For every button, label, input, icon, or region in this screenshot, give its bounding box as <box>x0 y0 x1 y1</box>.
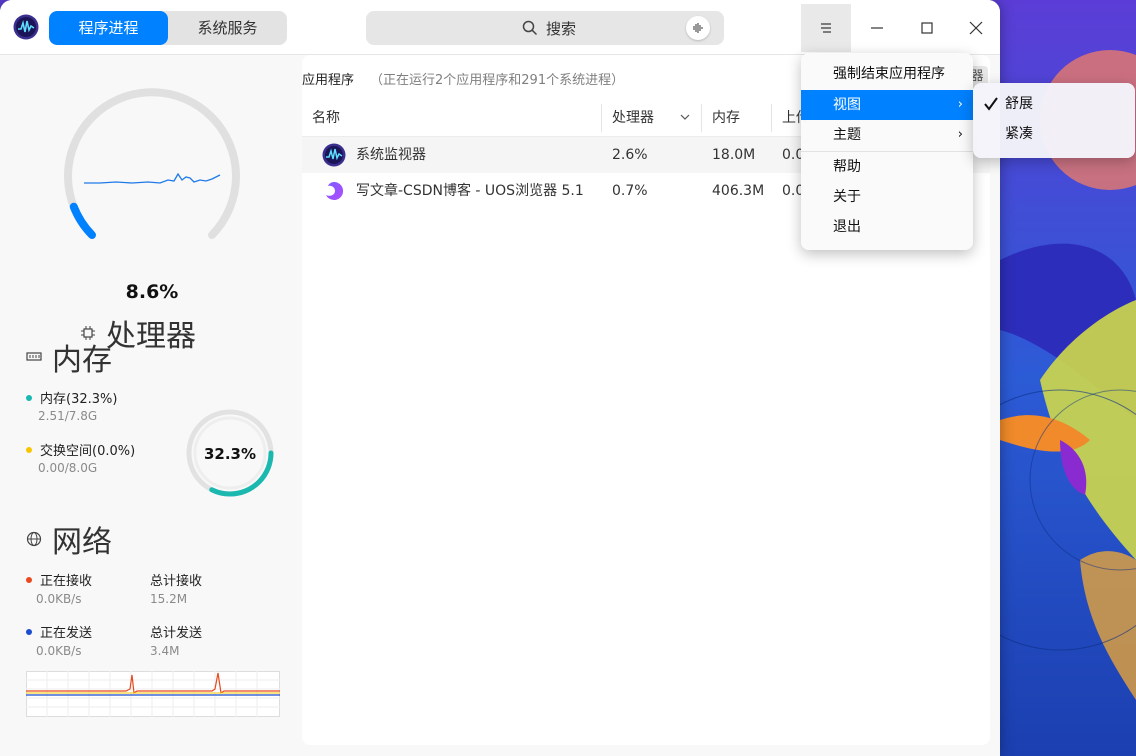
network-title: 网络 <box>26 517 112 561</box>
main-menu: 强制结束应用程序 视图 › 主题 › 帮助 关于 退出 <box>801 53 973 250</box>
tab-services[interactable]: 系统服务 <box>168 11 287 45</box>
voice-input-button[interactable] <box>686 16 710 40</box>
memory-usage-value: 32.3% <box>203 445 257 463</box>
column-memory[interactable]: 内存 <box>712 100 740 136</box>
minimize-button[interactable] <box>852 4 902 52</box>
receiving-label-text: 正在接收 <box>40 574 93 589</box>
main-menu-button[interactable] <box>801 4 851 52</box>
process-cpu: 2.6% <box>612 147 648 163</box>
cpu-gauge <box>64 88 240 239</box>
swap-legend-dot <box>26 446 32 453</box>
menu-item-theme[interactable]: 主题 › <box>801 120 973 150</box>
voice-wave-icon <box>693 23 703 33</box>
view-submenu: 舒展 紧凑 <box>973 83 1135 158</box>
receive-legend-dot <box>26 576 32 583</box>
process-name: 写文章-CSDN博客 - UOS浏览器 5.1 <box>356 183 584 199</box>
column-divider[interactable] <box>701 104 702 132</box>
column-cpu[interactable]: 处理器 <box>612 100 654 136</box>
column-name[interactable]: 名称 <box>312 100 340 136</box>
view-switcher: 程序进程 系统服务 <box>49 11 287 45</box>
memory-module-icon <box>26 352 42 361</box>
ram-legend-dot <box>26 394 32 401</box>
menu-item-about[interactable]: 关于 <box>801 182 973 212</box>
menu-item-quit[interactable]: 退出 <box>801 212 973 242</box>
panel-header: 应用程序 （正在运行2个应用程序和291个系统进程） <box>302 68 624 88</box>
submenu-item-compact[interactable]: 紧凑 <box>973 119 1135 149</box>
close-button[interactable] <box>951 4 1000 52</box>
swap-value: 0.00/8.0G <box>38 461 98 475</box>
ram-value: 2.51/7.8G <box>38 409 98 423</box>
cpu-usage-value: 8.6% <box>125 281 179 303</box>
chevron-right-icon: › <box>957 97 963 112</box>
sort-chevron-down-icon[interactable] <box>680 113 690 121</box>
system-monitor-icon <box>322 143 346 167</box>
panel-title: 应用程序 <box>302 72 355 88</box>
column-divider[interactable] <box>601 104 602 132</box>
maximize-button[interactable] <box>902 4 952 52</box>
tab-processes[interactable]: 程序进程 <box>49 11 168 45</box>
search-icon <box>522 20 538 36</box>
panel-subtitle: （正在运行2个应用程序和291个系统进程） <box>370 72 625 88</box>
process-cpu: 0.7% <box>612 183 648 199</box>
network-history-chart <box>26 671 280 717</box>
cpu-title-label: 处理器 <box>106 319 196 354</box>
search-placeholder: 搜索 <box>546 19 577 38</box>
swap-label: 交换空间(0.0%) <box>26 440 135 459</box>
process-memory: 406.3M <box>712 183 765 199</box>
menu-item-help[interactable]: 帮助 <box>801 152 973 182</box>
submenu-item-expand[interactable]: 舒展 <box>973 89 1135 119</box>
ram-label-text: 内存(32.3%) <box>40 392 118 407</box>
menu-icon <box>821 23 831 33</box>
sending-label: 正在发送 <box>26 622 92 641</box>
chevron-right-icon: › <box>957 127 963 142</box>
process-memory: 18.0M <box>712 147 756 163</box>
title-bar: 程序进程 系统服务 搜索 <box>0 0 1000 55</box>
menu-item-view[interactable]: 视图 › <box>801 90 973 120</box>
swap-label-text: 交换空间(0.0%) <box>40 444 136 459</box>
process-name: 系统监视器 <box>356 147 426 163</box>
check-icon <box>984 97 998 111</box>
send-legend-dot <box>26 628 32 635</box>
sending-label-text: 正在发送 <box>40 626 93 641</box>
memory-title-label: 内存 <box>52 343 112 378</box>
total-received-value: 15.2M <box>150 592 188 606</box>
menu-item-force-quit[interactable]: 强制结束应用程序 <box>801 59 973 89</box>
globe-icon <box>26 531 42 547</box>
system-monitor-logo-icon <box>13 14 39 40</box>
cpu-history-line <box>84 172 221 184</box>
column-divider[interactable] <box>771 104 772 132</box>
sending-value: 0.0KB/s <box>36 644 82 658</box>
total-sent-value: 3.4M <box>150 644 180 658</box>
browser-icon <box>326 181 344 200</box>
receiving-label: 正在接收 <box>26 570 92 589</box>
total-sent-label: 总计发送 <box>150 626 203 641</box>
total-received-label: 总计接收 <box>150 574 203 589</box>
memory-title: 内存 <box>26 335 112 379</box>
receiving-value: 0.0KB/s <box>36 592 82 606</box>
maximize-icon <box>921 22 933 34</box>
network-title-label: 网络 <box>52 525 112 560</box>
ram-label: 内存(32.3%) <box>26 388 117 407</box>
sidebar: 8.6% 处理器 内存 内存(32.3%) 2.51/7.8G 交换空间(0.0… <box>0 55 300 756</box>
close-icon <box>969 21 983 35</box>
search-box[interactable]: 搜索 <box>366 11 724 45</box>
minimize-icon <box>871 27 883 29</box>
